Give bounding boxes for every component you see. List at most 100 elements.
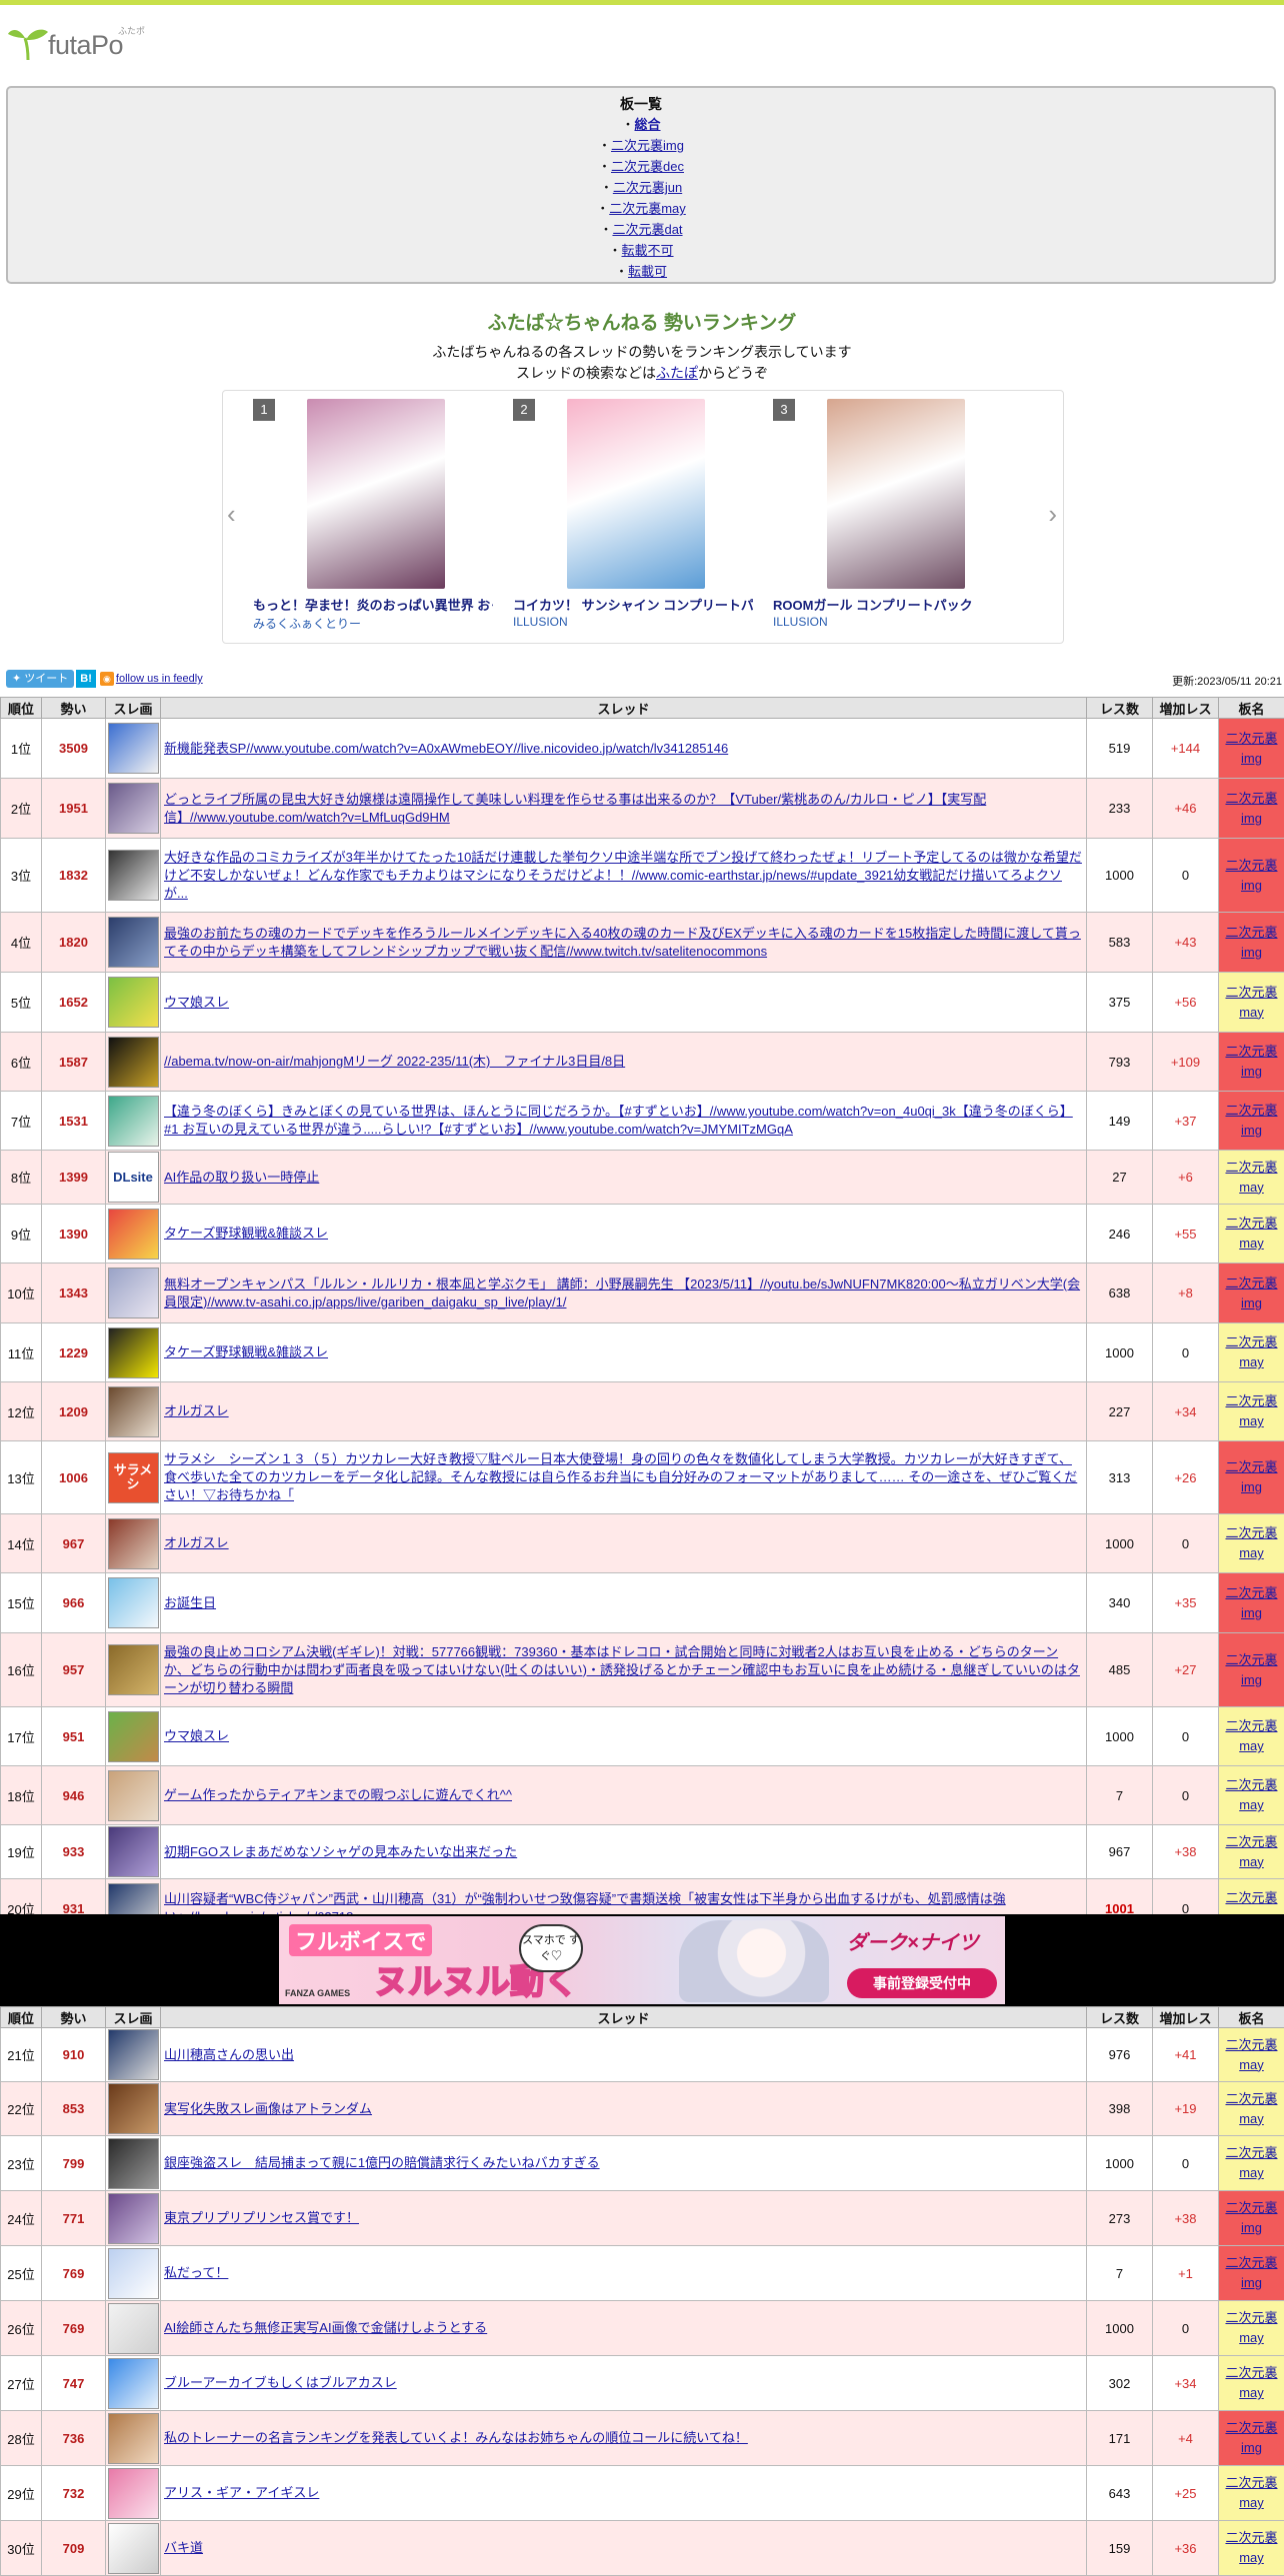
thumbnail-cell[interactable] (106, 1033, 161, 1092)
carousel-title[interactable]: もっと！孕ませ！炎のおっぱい異世界 おっぱい (253, 595, 493, 614)
thumbnail-cell[interactable] (106, 1573, 161, 1633)
board-sub-link[interactable]: img (1241, 1295, 1262, 1310)
thread-link[interactable]: どっとライブ所属の昆虫大好き幼嬢様は遠隔操作して美味しい料理を作らせる事は出来る… (164, 792, 986, 825)
hatena-bookmark-button[interactable]: B! (76, 670, 96, 688)
thread-link[interactable]: 銀座強盗スレ 結局捕まって親に1億円の賠償請求行くみたいねバカすぎる (164, 2155, 600, 2170)
banner-cta[interactable]: 事前登録受付中 (847, 1968, 997, 1998)
carousel-card[interactable]: 3ROOMガール コンプリートパックILLUSION (773, 399, 1013, 639)
thread-thumbnail[interactable] (108, 2083, 159, 2134)
thumbnail-cell[interactable] (106, 1092, 161, 1151)
thread-thumbnail[interactable] (108, 2468, 159, 2519)
futapo-link[interactable]: ふたぽ (656, 365, 698, 381)
thread-link[interactable]: 【違う冬のぼくら】きみとぼくの見ている世界は、ほんとうに同じだろうか。【#すずと… (164, 1104, 1073, 1137)
board-sub-link[interactable]: img (1241, 1123, 1262, 1138)
board-name-link[interactable]: 二次元裏 (1225, 1044, 1277, 1059)
thumbnail-cell[interactable] (106, 2521, 161, 2576)
carousel-prev-icon[interactable]: ‹ (227, 499, 236, 530)
carousel-thumbnail[interactable] (567, 399, 705, 589)
thread-thumbnail[interactable] (108, 1327, 159, 1378)
thread-thumbnail[interactable] (108, 2523, 159, 2574)
board-name-link[interactable]: 二次元裏 (1225, 2530, 1277, 2545)
thumbnail-cell[interactable]: サラメシ (106, 1441, 161, 1514)
thread-link[interactable]: 私のトレーナーの名言ランキングを発表していくよ！みんなはお姉ちゃんの順位コールに… (164, 2430, 748, 2445)
board-name-link[interactable]: 二次元裏 (1225, 2255, 1277, 2270)
board-sub-link[interactable]: img (1241, 751, 1262, 766)
board-link[interactable]: 二次元裏img (611, 138, 684, 153)
board-sub-link[interactable]: may (1239, 2495, 1264, 2510)
thumbnail-cell[interactable] (106, 2356, 161, 2411)
thread-link[interactable]: ウマ娘スレ (164, 995, 229, 1010)
feedly-link[interactable]: follow us in feedly (116, 673, 203, 685)
board-sub-link[interactable]: may (1239, 1738, 1264, 1753)
thumbnail-cell[interactable] (106, 1264, 161, 1323)
thread-thumbnail[interactable] (108, 850, 159, 901)
board-sub-link[interactable]: may (1239, 2385, 1264, 2400)
carousel-title[interactable]: ROOMガール コンプリートパック (773, 595, 1013, 614)
thumbnail-cell[interactable] (106, 2411, 161, 2466)
carousel-thumbnail[interactable] (827, 399, 965, 589)
thread-link[interactable]: ブルーアーカイブもしくはブルアカスレ (164, 2375, 397, 2390)
thread-link[interactable]: 最強のお前たちの魂のカードでデッキを作ろうルールメインデッキに入る40枚の魂のカ… (164, 926, 1081, 959)
thread-thumbnail[interactable] (108, 1037, 159, 1088)
board-name-link[interactable]: 二次元裏 (1225, 2145, 1277, 2160)
board-name-link[interactable]: 二次元裏 (1225, 2091, 1277, 2106)
thread-link[interactable]: 無料オープンキャンパス「ルルン・ルルリカ・根本凪と学ぶクモ」 講師：小野展嗣先生… (164, 1277, 1080, 1309)
board-sub-link[interactable]: may (1239, 2111, 1264, 2126)
thumbnail-cell[interactable] (106, 2301, 161, 2356)
thread-thumbnail[interactable] (108, 1711, 159, 1762)
site-logo[interactable]: futaPo ふたポ (8, 22, 158, 66)
thread-thumbnail[interactable] (108, 1209, 159, 1260)
thread-link[interactable]: アリス・ギア・アイギスレ (164, 2485, 319, 2500)
board-sub-link[interactable]: may (1239, 1854, 1264, 1869)
thumbnail-cell[interactable] (106, 779, 161, 839)
board-sub-link[interactable]: img (1241, 1064, 1262, 1079)
thumbnail-cell[interactable] (106, 2466, 161, 2521)
thumbnail-cell[interactable] (106, 1633, 161, 1707)
thread-thumbnail[interactable] (108, 1386, 159, 1437)
thread-thumbnail[interactable] (108, 723, 159, 774)
thread-thumbnail[interactable] (108, 917, 159, 968)
board-name-link[interactable]: 二次元裏 (1225, 1216, 1277, 1231)
board-sub-link[interactable]: img (1241, 945, 1262, 960)
thumbnail-cell[interactable] (106, 719, 161, 779)
board-name-link[interactable]: 二次元裏 (1225, 1718, 1277, 1733)
board-name-link[interactable]: 二次元裏 (1225, 1777, 1277, 1792)
thumbnail-cell[interactable] (106, 1707, 161, 1766)
thread-thumbnail[interactable] (108, 2138, 159, 2189)
board-sub-link[interactable]: may (1239, 2550, 1264, 2565)
thread-thumbnail[interactable] (108, 1577, 159, 1628)
board-name-link[interactable]: 二次元裏 (1225, 1890, 1277, 1905)
board-name-link[interactable]: 二次元裏 (1225, 2475, 1277, 2490)
board-name-link[interactable]: 二次元裏 (1225, 925, 1277, 940)
thumbnail-cell[interactable] (106, 1766, 161, 1825)
board-name-link[interactable]: 二次元裏 (1225, 2200, 1277, 2215)
board-sub-link[interactable]: may (1239, 2165, 1264, 2180)
thread-link[interactable]: タケーズ野球観戦&雑談スレ (164, 1226, 328, 1241)
thread-thumbnail[interactable]: DLsite (108, 1152, 159, 1203)
board-name-link[interactable]: 二次元裏 (1225, 1459, 1277, 1474)
board-sub-link[interactable]: img (1241, 2440, 1262, 2455)
board-name-link[interactable]: 二次元裏 (1225, 1160, 1277, 1175)
thumbnail-cell[interactable] (106, 2246, 161, 2301)
thread-link[interactable]: バキ道 (164, 2540, 203, 2555)
thread-link[interactable]: //abema.tv/now-on-air/mahjongMリーグ 2022-2… (164, 1054, 625, 1069)
board-name-link[interactable]: 二次元裏 (1225, 1393, 1277, 1408)
board-sub-link[interactable]: may (1239, 2057, 1264, 2072)
board-name-link[interactable]: 二次元裏 (1225, 2365, 1277, 2380)
board-link[interactable]: 二次元裏may (609, 201, 686, 216)
thread-thumbnail[interactable] (108, 1096, 159, 1147)
board-sub-link[interactable]: may (1239, 1180, 1264, 1195)
thumbnail-cell[interactable] (106, 2028, 161, 2082)
thread-link[interactable]: 最強の良止めコロシアム決戦(ギギレ)！対戦：577766観戦：739360・基本… (164, 1644, 1080, 1695)
thread-link[interactable]: 初期FGOスレまあだめなソシャゲの見本みたいな出来だった (164, 1844, 517, 1859)
board-name-link[interactable]: 二次元裏 (1225, 2037, 1277, 2052)
board-name-link[interactable]: 二次元裏 (1225, 985, 1277, 1000)
board-name-link[interactable]: 二次元裏 (1225, 2420, 1277, 2435)
thumbnail-cell[interactable]: DLsite (106, 1151, 161, 1205)
thread-link[interactable]: 山川穂高さんの思い出 (164, 2047, 294, 2062)
board-sub-link[interactable]: img (1241, 2275, 1262, 2290)
board-sub-link[interactable]: may (1239, 1797, 1264, 1812)
thumbnail-cell[interactable] (106, 1323, 161, 1382)
thread-link[interactable]: サラメシ シーズン１３（５）カツカレー大好き教授▽駐ペルー日本大使登場！身の回り… (164, 1451, 1077, 1502)
thread-thumbnail[interactable] (108, 2303, 159, 2354)
